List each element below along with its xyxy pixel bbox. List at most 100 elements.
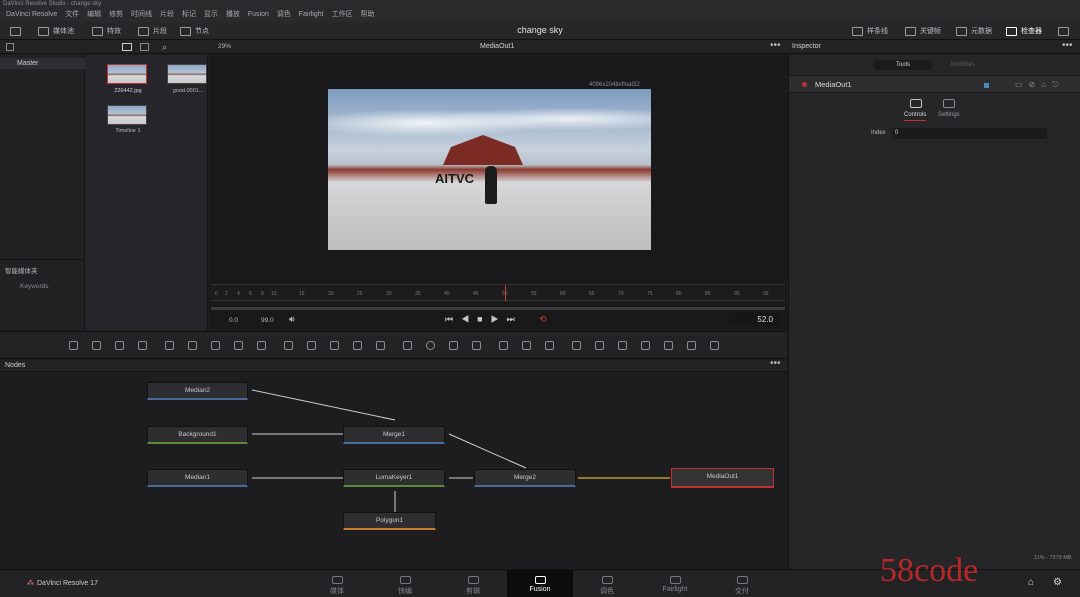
list-view-icon[interactable] [140, 43, 149, 51]
menu-item-mark[interactable]: 标记 [182, 11, 196, 18]
subtab-settings[interactable]: Settings [938, 112, 960, 118]
transform-tool-icon[interactable] [188, 341, 197, 350]
effects-button[interactable]: 特效 [92, 25, 121, 37]
loop-icon[interactable]: ⟲ [539, 314, 547, 325]
timeline-thumbnail[interactable] [107, 105, 147, 125]
index-field[interactable]: 0 [892, 128, 1047, 139]
paint-tool-icon[interactable] [92, 341, 101, 350]
fullscreen-button[interactable] [1058, 25, 1069, 37]
inspector-button[interactable]: 检查器 [1006, 25, 1042, 37]
current-frame-field[interactable]: 52.0 [729, 313, 779, 326]
menu-item-resolve[interactable]: DaVinci Resolve [6, 11, 57, 18]
spline-button[interactable]: 样条线 [852, 25, 888, 37]
menu-item-file[interactable]: 文件 [65, 11, 79, 18]
sphere-tool-icon[interactable] [618, 341, 627, 350]
clip-thumbnail[interactable] [167, 64, 207, 84]
node-lumakeyer1[interactable]: LumaKeyer1 [343, 469, 445, 487]
gear-icon[interactable]: ⚙ [1053, 577, 1062, 588]
render-start-field[interactable]: 0.0 [229, 317, 238, 324]
clip-thumbnail[interactable] [107, 64, 147, 84]
page-edit[interactable]: 剪辑 [440, 570, 506, 597]
node-median1[interactable]: Median1 [147, 469, 248, 487]
menu-item-timeline[interactable]: 时间线 [131, 11, 152, 18]
matte-tool-icon[interactable] [330, 341, 339, 350]
menu-item-edit[interactable]: 编辑 [87, 11, 101, 18]
volume-icon[interactable]: 🔊︎ [289, 314, 295, 325]
particles-tool-icon[interactable] [165, 341, 174, 350]
clips-button[interactable]: 片段 [138, 25, 167, 37]
merge-tool-icon[interactable] [284, 341, 293, 350]
tab-tools[interactable]: Tools [873, 60, 933, 70]
zoom-dropdown[interactable]: 29% [218, 43, 231, 50]
shape-tool-icon[interactable] [572, 341, 581, 350]
transport-controls[interactable]: ⏮◀■▶⏭ [445, 314, 523, 325]
menu-item-help[interactable]: 帮助 [361, 11, 375, 18]
nodes-button[interactable]: 节点 [180, 25, 209, 37]
page-fusion[interactable]: Fusion [507, 570, 573, 597]
subtab-controls[interactable]: Controls [904, 112, 927, 121]
particle-render-tool-icon[interactable] [710, 341, 719, 350]
grid-view-icon[interactable] [122, 43, 132, 51]
node-options-icons[interactable]: ▭⊘⌂⎋ [1015, 80, 1064, 90]
menu-item-workspace[interactable]: 工作区 [332, 11, 353, 18]
media-pool-button[interactable]: 媒体池 [38, 25, 74, 37]
light-tool-icon[interactable] [522, 341, 531, 350]
bin-master[interactable]: Master [0, 58, 85, 69]
page-color[interactable]: 调色 [574, 570, 640, 597]
page-media[interactable]: 媒体 [304, 570, 370, 597]
background-tool-icon[interactable] [69, 341, 78, 350]
inspector-more-icon[interactable]: ••• [1062, 40, 1073, 51]
layout-icon[interactable] [6, 43, 14, 51]
node-background1[interactable]: Background1 [147, 426, 248, 444]
more-options-icon[interactable]: ••• [770, 40, 781, 51]
channel-tool-icon[interactable] [307, 341, 316, 350]
brush-tool-icon[interactable] [138, 341, 147, 350]
metadata-button[interactable]: 元数据 [956, 25, 992, 37]
menu-item-clip[interactable]: 片段 [160, 11, 174, 18]
menu-item-fairlight[interactable]: Fairlight [299, 11, 324, 18]
resize-tool-icon[interactable] [353, 341, 362, 350]
rectangle-tool-icon[interactable] [403, 341, 412, 350]
text-tool-icon[interactable] [115, 341, 124, 350]
node-merge1[interactable]: Merge1 [343, 426, 445, 444]
timeline-ruler[interactable]: 0 2 4 6 8 10 15 20 25 30 35 40 45 50 55 … [211, 284, 785, 301]
version-icon[interactable] [984, 83, 989, 88]
settings-icon[interactable] [943, 99, 955, 108]
controls-icon[interactable] [910, 99, 922, 108]
page-deliver[interactable]: 交付 [709, 570, 775, 597]
menu-item-view[interactable]: 显示 [204, 11, 218, 18]
text3d-tool-icon[interactable] [641, 341, 650, 350]
page-cut[interactable]: 快编 [372, 570, 438, 597]
keyframes-button[interactable]: 关键帧 [905, 25, 941, 37]
node-merge2[interactable]: Merge2 [474, 469, 576, 487]
node-median2[interactable]: Median2 [147, 382, 248, 400]
viewer-image[interactable]: AITVC [328, 89, 651, 250]
polygon-tool-icon[interactable] [449, 341, 458, 350]
menu-item-playback[interactable]: 播放 [226, 11, 240, 18]
bspline-tool-icon[interactable] [472, 341, 481, 350]
merge3d-tool-icon[interactable] [664, 341, 673, 350]
menu-item-fusion[interactable]: Fusion [248, 11, 269, 18]
sidebar-toggle-button[interactable] [10, 25, 21, 37]
renderer-tool-icon[interactable] [545, 341, 554, 350]
node-mediaout1[interactable]: MediaOut1 [671, 468, 774, 488]
tab-modifiers[interactable]: Modifiers [933, 60, 993, 70]
scrub-bar[interactable] [211, 307, 785, 310]
page-fairlight[interactable]: Fairlight [642, 570, 708, 597]
smart-bin-keywords[interactable]: Keywords [20, 283, 49, 290]
menu-item-color[interactable]: 调色 [277, 11, 291, 18]
playhead[interactable] [505, 285, 506, 301]
render-end-field[interactable]: 99.0 [261, 317, 274, 324]
search-icon[interactable]: ⌕ [162, 42, 167, 53]
blur-tool-icon[interactable] [211, 341, 220, 350]
tracker-tool-icon[interactable] [376, 341, 385, 350]
fog-tool-icon[interactable] [687, 341, 696, 350]
color-tool-icon[interactable] [234, 341, 243, 350]
ellipse-tool-icon[interactable] [426, 341, 435, 350]
camera-tool-icon[interactable] [499, 341, 508, 350]
menu-item-trim[interactable]: 修剪 [109, 11, 123, 18]
cube-tool-icon[interactable] [595, 341, 604, 350]
home-icon[interactable]: ⌂ [1028, 577, 1034, 588]
node-polygon1[interactable]: Polygon1 [343, 512, 436, 530]
drop-tool-icon[interactable] [257, 341, 266, 350]
